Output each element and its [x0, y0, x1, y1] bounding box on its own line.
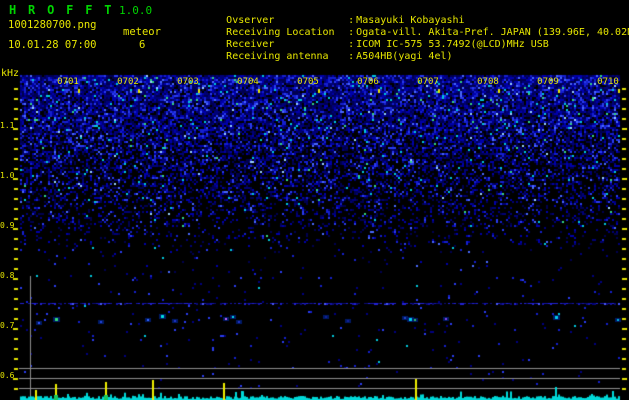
info-value: Masayuki Kobayashi [356, 15, 465, 26]
freq-unit-label: kHz [1, 68, 20, 79]
time-tick-label-0704: 0704 [237, 77, 259, 87]
freq-tick-label-0.9: 0.9 [0, 221, 15, 230]
time-tick-label-0703: 0703 [177, 77, 199, 87]
app-version: 1.0.0 [119, 4, 153, 17]
freq-tick-label-1.1: 1.1 [0, 121, 15, 130]
info-row-observer: Ovserver: Masayuki Kobayashi [178, 3, 629, 26]
freq-tick-label-0.8: 0.8 [0, 271, 15, 280]
time-tick-label-0705: 0705 [297, 77, 319, 87]
info-separator: : [348, 39, 355, 50]
info-value: Ogata-vill. Akita-Pref. JAPAN (139.96E, … [356, 27, 629, 38]
time-tick-label-0702: 0702 [117, 77, 139, 87]
info-separator: : [348, 15, 355, 26]
info-label: Receiving Location [226, 27, 335, 38]
time-tick-label-0701: 0701 [57, 77, 79, 87]
filename: 1001280700.png [8, 19, 97, 31]
info-value: A504HB(yagi 4el) [356, 51, 453, 62]
freq-tick-label-1.0: 1.0 [0, 171, 15, 180]
meteor-count: 6 [139, 39, 146, 51]
time-tick-label-0706: 0706 [357, 77, 379, 87]
freq-tick-label-0.7: 0.7 [0, 321, 15, 330]
mode-label: meteor [123, 26, 161, 38]
time-tick-label-0707: 0707 [417, 77, 439, 87]
time-tick-label-0709: 0709 [537, 77, 559, 87]
info-separator: : [348, 51, 355, 62]
station-info: Ovserver: Masayuki Kobayashi Receiving Lo… [178, 3, 629, 62]
time-tick-label-0710: 0710 [597, 77, 619, 87]
app-title: H R O F F T [9, 3, 114, 17]
time-tick-label-0708: 0708 [477, 77, 499, 87]
hrofft-screenshot: H R O F F T 1.0.0 1001280700.png meteor … [0, 0, 629, 400]
datetime: 10.01.28 07:00 [8, 39, 97, 51]
info-label: Receiver [226, 39, 275, 50]
info-separator: : [348, 27, 355, 38]
freq-tick-label-0.6: 0.6 [0, 371, 15, 380]
info-value: ICOM IC-575 53.7492(@LCD)MHz USB [356, 39, 549, 50]
info-label: Ovserver [226, 15, 275, 26]
info-label: Receiving antenna [226, 51, 329, 62]
